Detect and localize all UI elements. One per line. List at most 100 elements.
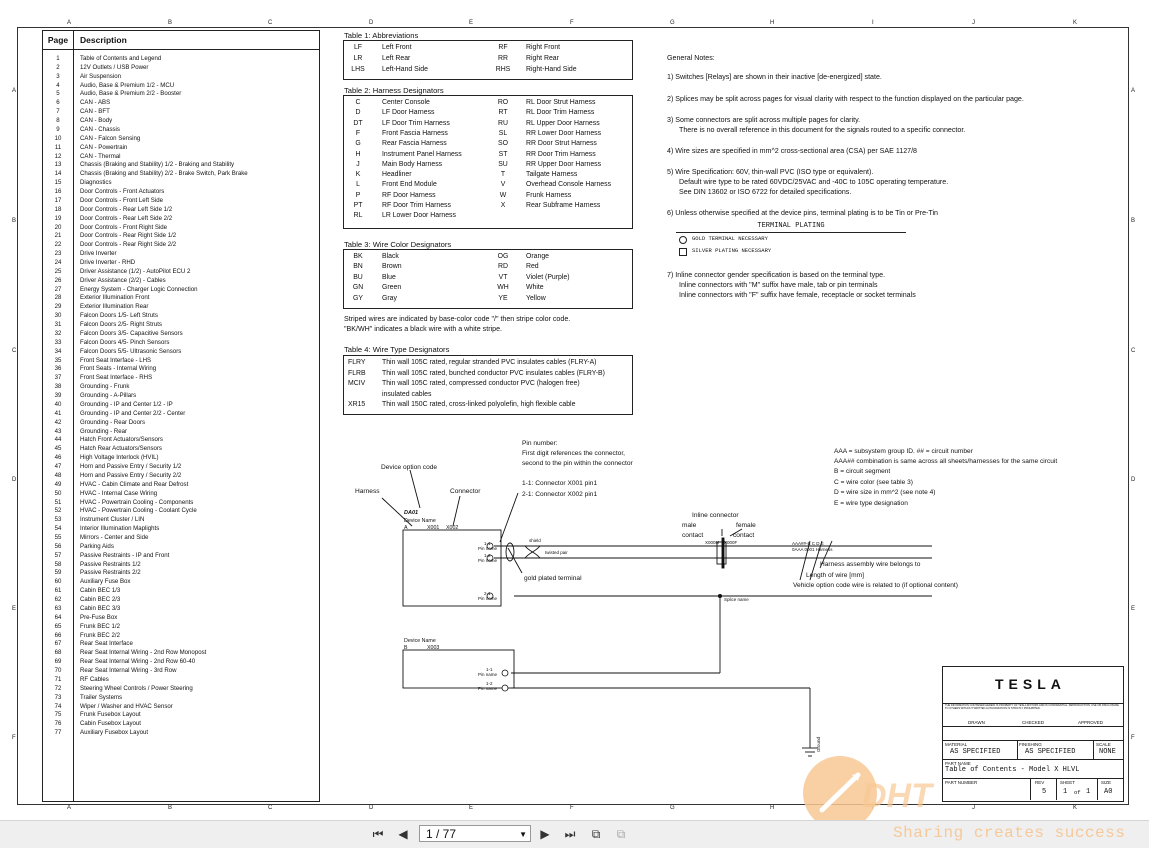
first-page-button[interactable]: ⏮: [370, 826, 386, 842]
tb-vline-1: [1017, 740, 1018, 759]
table-row: YE Yellow: [344, 294, 632, 304]
toc-page-number: 58: [54, 560, 62, 568]
toc-page-number: 73: [54, 693, 62, 701]
toc-description: CAN - BFT: [80, 108, 110, 116]
toc-description: Hatch Rear Actuators/Sensors: [80, 445, 162, 453]
toc-row: 10 CAN - Falcon Sensing: [43, 135, 319, 144]
meaning: Thin wall 150C rated, cross-linked polyo…: [382, 401, 576, 408]
next-page-button[interactable]: ▶: [537, 826, 553, 842]
table-row: RT RL Door Trim Harness: [344, 108, 632, 118]
row-marker: B: [12, 218, 17, 224]
toc-description: Door Controls - Front Actuators: [80, 188, 165, 196]
code: SL: [498, 129, 508, 137]
toc-row: 20 Door Controls - Front Right Side: [43, 224, 319, 233]
toc-description: Rear Seat Internal Wiring - 2nd Row 60-4…: [80, 658, 196, 666]
meaning: Rear Subframe Harness: [526, 202, 601, 209]
note-5b: Default wire type to be rated 60VDC/25VA…: [679, 178, 949, 186]
toc-description: Steering Wheel Controls / Power Steering: [80, 684, 193, 692]
rev-value: 5: [1042, 788, 1047, 796]
toc-row: 16 Door Controls - Front Actuators: [43, 188, 319, 197]
column-marker: K: [1073, 805, 1078, 811]
meaning: RR Door Strut Harness: [526, 140, 597, 148]
toc-page-number: 54: [54, 525, 62, 533]
toc-description: Rear Seat Internal Wiring - 3rd Row: [80, 667, 177, 675]
aaa-line-2: AAA## combination is same across all she…: [834, 458, 1058, 465]
meaning: Red: [526, 263, 539, 271]
meaning: Right-Hand Side: [526, 65, 577, 73]
toc-description: Front Seat Interface - RHS: [80, 374, 153, 382]
toc-description: Falcon Doors 1/5- Left Struts: [80, 312, 158, 320]
toc-page-number: 31: [54, 321, 62, 329]
size-value: A0: [1104, 788, 1113, 796]
connector-x003: X003: [427, 645, 440, 651]
toc-description: Door Controls - Rear Right Side 1/2: [80, 232, 177, 240]
toc-description: Front Seat Interface - LHS: [80, 356, 152, 364]
table-row: FLRY Thin wall 105C rated, regular strand…: [344, 358, 632, 368]
pin-number-label: Pin number:: [522, 440, 558, 447]
fit-width-button[interactable]: ⧉: [613, 826, 629, 842]
code: SO: [498, 140, 508, 148]
toc-page-number: 53: [54, 516, 62, 524]
toc-description: Cabin BEC 3/3: [80, 604, 121, 612]
aaa-line-1: AAA = subsystem group ID. ## = circuit n…: [834, 448, 973, 455]
toc-description: CAN - Chassis: [80, 125, 120, 133]
toc-page-number: 14: [54, 170, 62, 178]
toc-row: 1 Table of Contents and Legend: [43, 55, 319, 64]
toc-description: Parking Aids: [80, 542, 114, 550]
toc-page-number: 8: [56, 117, 60, 125]
toc-page-number: 27: [54, 285, 62, 293]
table-row: RHS Right-Hand Side: [344, 65, 632, 75]
toc-row: 27 Energy System - Charger Logic Connecti…: [43, 286, 319, 295]
toc-page-number: 15: [54, 179, 62, 187]
toc-row: 3 Air Suspension: [43, 73, 319, 82]
meaning: Right Rear: [526, 54, 559, 62]
toc-description: Auxiliary Fuse Box: [80, 578, 131, 586]
toc-page-number: 6: [56, 99, 60, 107]
page-number-select[interactable]: 1 / 77 ▼: [419, 825, 531, 842]
toc-row: 6 CAN - ABS: [43, 99, 319, 108]
approved-label: APPROVED: [1078, 720, 1104, 725]
toc-page-number: 13: [54, 161, 62, 169]
pin-example-2: 2-1: Connector X002 pin1: [522, 491, 598, 498]
toc-page-number: 38: [54, 383, 62, 391]
table-row: RL LR Lower Door Harness: [344, 211, 632, 221]
toc-page-number: 44: [54, 436, 62, 444]
toc-page-number: 77: [54, 729, 62, 737]
toc-row: 58 Passive Restraints 1/2: [43, 561, 319, 570]
row-marker: A: [1131, 88, 1136, 94]
last-page-button[interactable]: ⏭: [562, 826, 578, 842]
material-label: MATERIAL: [945, 742, 968, 747]
toc-page-number: 51: [54, 498, 62, 506]
code: RO: [497, 99, 509, 106]
column-marker: H: [770, 20, 775, 26]
finishing-label: FINISHING: [1019, 742, 1042, 747]
toc-row: 13 Chassis (Braking and Stability) 1/2 - …: [43, 161, 319, 170]
device-name-a: Device Name: [404, 518, 436, 524]
toc-table: Page Description 1 Table of Contents and …: [42, 30, 320, 802]
toc-page-number: 60: [54, 578, 62, 586]
toc-page-number: 46: [54, 454, 62, 462]
meaning: Orange: [526, 253, 549, 260]
meaning: RL Door Trim Harness: [526, 109, 595, 117]
wire-type-table: FLRY Thin wall 105C rated, regular strand…: [343, 355, 633, 415]
toc-description: Exterior Illumination Rear: [80, 303, 149, 311]
toc-page-number: 17: [54, 196, 62, 204]
material-value: AS SPECIFIED: [950, 748, 1001, 756]
harness-belongs-label: Harness assembly wire belongs to: [820, 561, 921, 568]
fit-page-button[interactable]: ⧉: [588, 826, 604, 842]
toc-row: 72 Steering Wheel Controls / Power Steeri…: [43, 685, 319, 694]
table-row: insulated cables: [344, 390, 632, 400]
toc-description: Door Controls - Rear Left Side 2/2: [80, 214, 173, 222]
toc-row: 74 Wiper / Washer and HVAC Sensor: [43, 703, 319, 712]
toc-page-number: 67: [54, 640, 62, 648]
note-3: 3) Some connectors are split across mult…: [667, 116, 861, 124]
prev-page-button[interactable]: ◀: [395, 826, 411, 842]
meaning: Frunk Harness: [526, 191, 572, 199]
code: RU: [498, 119, 508, 127]
row-marker: D: [1131, 477, 1136, 483]
vehicle-option-label: Vehicle option code wire is related to (…: [793, 582, 958, 589]
toc-page-number: 49: [54, 480, 62, 488]
toc-description: Passive Restraints - IP and Front: [80, 551, 170, 559]
row-marker: E: [12, 606, 17, 612]
size-label: SIZE: [1101, 780, 1112, 785]
